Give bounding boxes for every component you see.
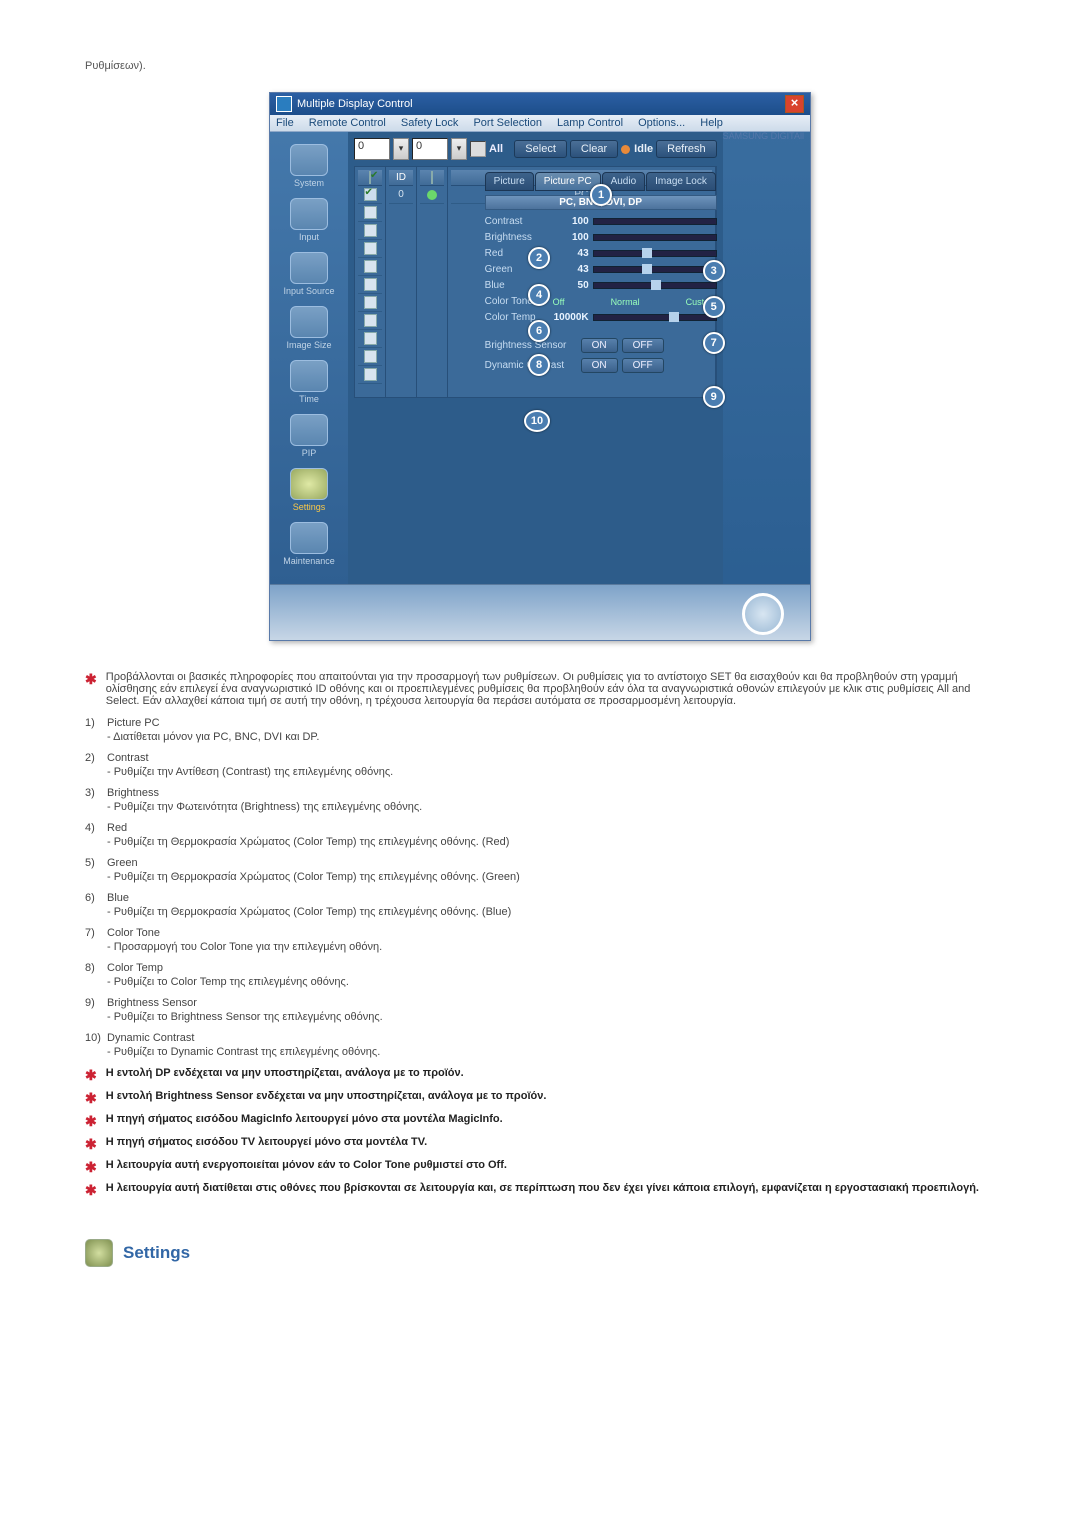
tab-imagelock[interactable]: Image Lock [646,172,716,191]
app-window: Multiple Display Control × File Remote C… [269,92,811,641]
sidebar-item-input[interactable]: Input [274,198,344,242]
col-check-header[interactable] [369,171,371,184]
callout-3: 3 [703,260,725,282]
clear-button[interactable]: Clear [570,140,618,158]
all-checkbox[interactable] [470,141,486,157]
callout-2: 2 [528,247,550,269]
bsensor-on-button[interactable]: ON [581,338,618,353]
sidebar-item-pip[interactable]: PIP [274,414,344,458]
menu-bar: File Remote Control Safety Lock Port Sel… [270,115,810,132]
id-from-dd[interactable]: ▾ [393,138,409,160]
dcontrast-off-button[interactable]: OFF [622,358,664,373]
all-label: All [489,143,503,155]
col-id-header: ID [389,170,413,186]
bsensor-off-button[interactable]: OFF [622,338,664,353]
sidebar-item-system[interactable]: System [274,144,344,188]
brand-label: SAMSUNG DIGITAll [723,131,804,141]
intro-paragraph: Προβάλλονται οι βασικές πληροφορίες που … [106,671,994,707]
menu-lamp[interactable]: Lamp Control [557,117,623,129]
callout-7: 7 [703,332,725,354]
window-title: Multiple Display Control [297,98,413,110]
menu-help[interactable]: Help [700,117,723,129]
callout-10: 10 [524,410,550,432]
close-icon[interactable]: × [785,95,804,113]
red-slider[interactable] [593,250,717,257]
id-from-input[interactable]: 0 [354,138,390,160]
green-slider[interactable] [593,266,717,273]
refresh-button[interactable]: Refresh [656,140,717,158]
sidebar: System Input Input Source Image Size Tim… [270,132,348,584]
settings-section-icon [85,1239,113,1267]
sidebar-item-inputsource[interactable]: Input Source [274,252,344,296]
sidebar-item-settings[interactable]: Settings [274,468,344,512]
id-to-input[interactable]: 0 [412,138,448,160]
menu-file[interactable]: File [276,117,294,129]
sidebar-item-time[interactable]: Time [274,360,344,404]
callout-8: 8 [528,354,550,376]
tab-picture[interactable]: Picture [485,172,534,191]
colortemp-slider[interactable] [593,314,717,321]
menu-safety[interactable]: Safety Lock [401,117,458,129]
section-heading: Settings [123,1243,190,1263]
select-button[interactable]: Select [514,140,567,158]
menu-options[interactable]: Options... [638,117,685,129]
callout-9: 9 [703,386,725,408]
menu-remote[interactable]: Remote Control [309,117,386,129]
status-idle: Idle [621,143,653,155]
id-to-dd[interactable]: ▾ [451,138,467,160]
brightness-slider[interactable] [593,234,717,241]
row-status-dot [427,190,437,200]
notes-list: ✱ Η εντολή DP ενδέχεται να μην υποστηρίζ… [85,1067,995,1199]
row-id: 0 [389,186,413,204]
callout-6: 6 [528,320,550,342]
callout-5: 5 [703,296,725,318]
row-check[interactable] [364,188,377,201]
callout-1: 1 [590,184,612,206]
intro-text: Ρυθμίσεων). [85,60,995,72]
sidebar-item-maintenance[interactable]: Maintenance [274,522,344,566]
star-icon: ✱ [85,671,97,687]
app-icon [276,96,292,112]
callout-4: 4 [528,284,550,306]
sidebar-item-imagesize[interactable]: Image Size [274,306,344,350]
items-list: 1)Picture PC- Διατίθεται μόνον για PC, B… [85,717,995,1058]
col-status-header [431,171,433,184]
menu-port[interactable]: Port Selection [473,117,541,129]
dcontrast-on-button[interactable]: ON [581,358,618,373]
blue-slider[interactable] [593,282,717,289]
app-footer [270,584,810,640]
power-icon[interactable] [742,593,784,635]
contrast-slider[interactable] [593,218,717,225]
